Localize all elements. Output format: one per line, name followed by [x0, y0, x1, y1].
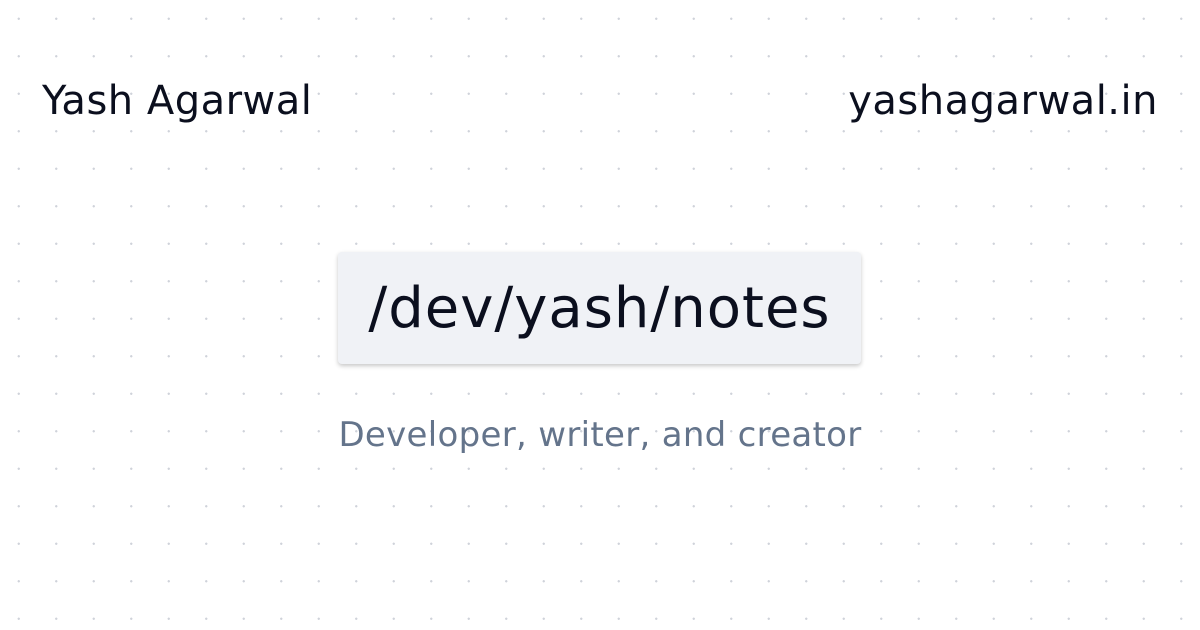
site-link[interactable]: yashagarwal.in [848, 72, 1158, 130]
tagline: Developer, writer, and creator [338, 415, 862, 455]
author-name: Yash Agarwal [42, 78, 313, 124]
page-title: /dev/yash/notes [368, 275, 831, 341]
title-box: /dev/yash/notes [338, 252, 861, 364]
